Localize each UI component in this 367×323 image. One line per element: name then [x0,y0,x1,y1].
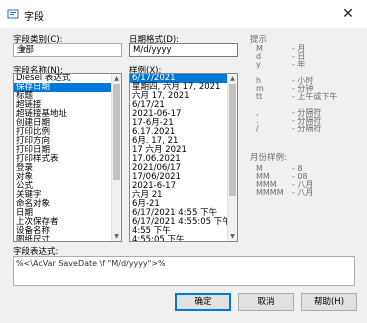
date-format-input[interactable]: M/d/yyyy [129,43,238,57]
month-samples-title: 月份样例: [250,153,287,163]
close-button[interactable]: ✕ [337,3,359,25]
examples-scrollbar[interactable]: ▲ ▼ [227,74,237,241]
hint-key: y [256,60,261,69]
hint-value: - 上午或下午 [292,92,338,101]
field-expression-text: %<\AcVar SaveDate \f "M/d/yyyy">% [16,259,166,268]
scroll-down-icon[interactable]: ▼ [112,232,121,241]
hint-row: M- 8 [256,165,360,173]
field-names-list[interactable]: Diesel 表达式 保存日期 标题 超链接 超链接基地址 创建日期 打印比例 打印方向 打印日… [13,73,122,242]
chevron-down-icon[interactable]: ▼ [17,44,29,56]
window-title: 字段 [24,12,44,23]
hint-row: d- 日 [256,53,360,61]
scroll-up-icon[interactable]: ▲ [112,74,121,83]
scroll-up-icon[interactable]: ▲ [228,74,237,83]
list-item[interactable]: 4:55:05 下午 [130,236,237,242]
field-expression-box[interactable]: %<\AcVar SaveDate \f "M/d/yyyy">% [13,256,355,286]
hint-row: y- 年 [256,61,360,69]
hint-row: tt - 上午或下午 [256,93,360,101]
hint-row: MMMM - 八月 [256,189,360,197]
scroll-thumb[interactable] [113,84,120,180]
scroll-thumb[interactable] [229,84,236,196]
hint-key: MMMM [256,188,284,197]
scroll-down-icon[interactable]: ▼ [228,232,237,241]
title-bar: 字段 ✕ [0,0,367,28]
list-item[interactable]: 图纸尺寸 [14,236,121,242]
date-format-value: M/d/yyyy [133,45,172,55]
hint-key: tt [256,92,263,101]
hint-value: - 八月 [292,188,314,197]
help-button[interactable]: 帮助(H) [301,293,357,311]
field-names-scrollbar[interactable]: ▲ ▼ [111,74,121,241]
cancel-button[interactable]: 取消 [238,293,294,311]
hint-row: M- 月 [256,45,360,53]
hint-value: - 年 [292,60,306,69]
ok-button[interactable]: 确定 [175,293,231,311]
field-category-select[interactable]: 全部 ▼ [13,43,122,57]
hint-row: / - 分隔符 [256,125,360,133]
examples-list[interactable]: 6/17/2021 星期四, 六月 17, 2021 六月 17, 2021 6/17… [129,73,238,242]
hint-value: - 分隔符 [292,124,322,133]
hint-key: / [256,124,259,133]
app-icon [7,9,19,19]
